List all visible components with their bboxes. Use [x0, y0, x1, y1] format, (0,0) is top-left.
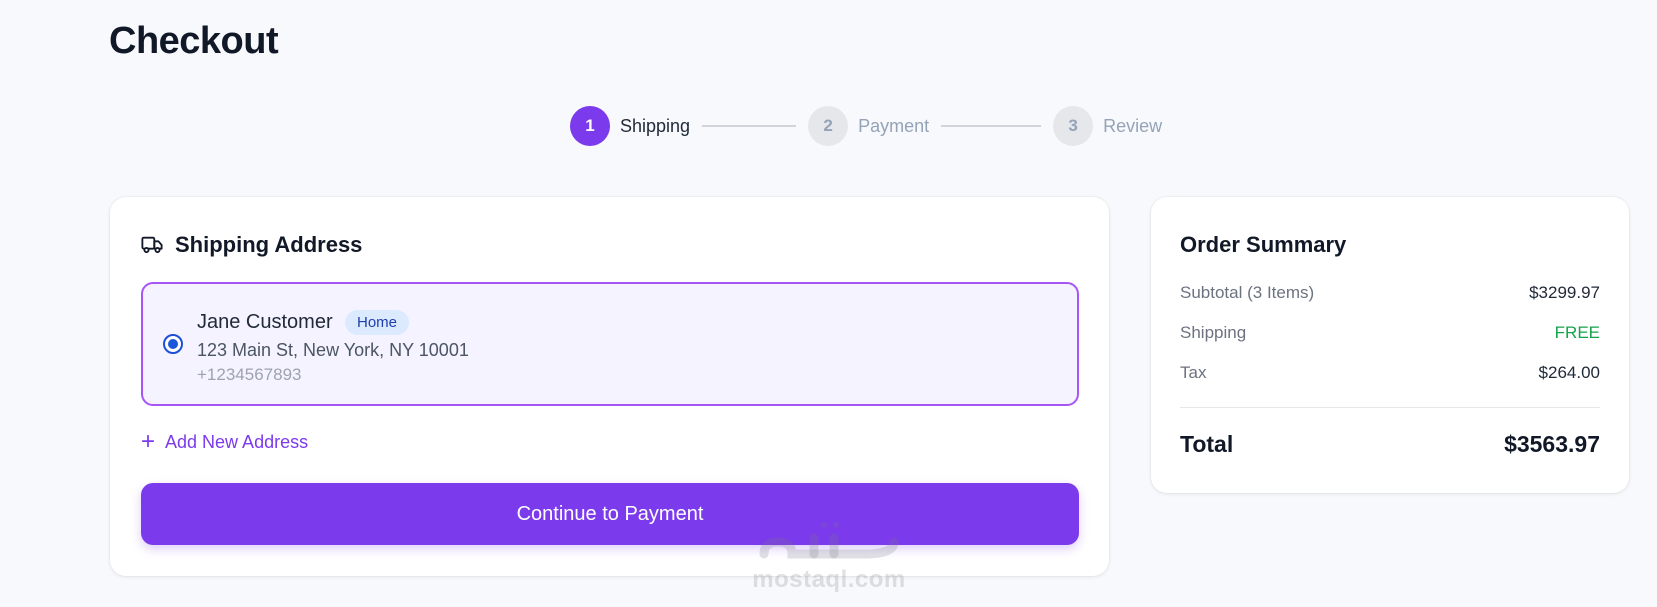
step-label: Shipping [620, 115, 691, 136]
checkout-page: Checkout 1 Shipping 2 Payment 3 Review S… [0, 0, 1657, 607]
page-title: Checkout [109, 20, 279, 62]
order-summary-card: Order Summary Subtotal (3 Items) $3299.9… [1151, 197, 1629, 493]
address-line: 123 Main St, New York, NY 10001 [197, 340, 469, 360]
summary-title: Order Summary [1180, 232, 1347, 257]
subtotal-label: Subtotal (3 Items) [1180, 283, 1315, 302]
shipping-value: FREE [1554, 323, 1600, 342]
shipping-title: Shipping Address [175, 232, 363, 257]
address-name: Jane Customer [197, 311, 333, 333]
step-connector [702, 125, 797, 127]
step-connector [941, 125, 1042, 127]
step-review[interactable]: 3 Review [1053, 106, 1162, 146]
total-row: Total $3563.97 [1180, 431, 1600, 458]
step-number: 3 [1053, 106, 1094, 146]
total-value: $3563.97 [1504, 431, 1600, 457]
address-badge: Home [345, 310, 410, 335]
address-radio[interactable] [163, 334, 183, 354]
shipping-row: Shipping FREE [1180, 323, 1600, 343]
tax-row: Tax $264.00 [1180, 363, 1600, 383]
tax-label: Tax [1180, 363, 1207, 382]
plus-icon: + [141, 428, 156, 455]
step-payment[interactable]: 2 Payment [808, 106, 929, 146]
step-number: 2 [808, 106, 849, 146]
truck-icon [141, 236, 163, 254]
address-option[interactable]: Jane Customer Home 123 Main St, New York… [141, 282, 1079, 406]
step-label: Payment [858, 115, 930, 136]
step-number: 1 [570, 106, 610, 146]
add-new-address-link[interactable]: + Add New Address [141, 430, 308, 454]
checkout-stepper: 1 Shipping 2 Payment 3 Review [570, 106, 1162, 146]
shipping-label: Shipping [1180, 323, 1247, 342]
address-phone: +1234567893 [197, 365, 302, 384]
step-label: Review [1103, 115, 1163, 136]
subtotal-value: $3299.97 [1529, 283, 1600, 302]
shipping-address-card: Shipping Address Jane Customer Home 123 … [110, 197, 1109, 576]
summary-divider [1180, 407, 1600, 408]
step-shipping[interactable]: 1 Shipping [570, 106, 690, 146]
add-address-label: Add New Address [165, 431, 309, 452]
continue-to-payment-button[interactable]: Continue to Payment [141, 483, 1079, 545]
tax-value: $264.00 [1538, 363, 1600, 382]
total-label: Total [1180, 431, 1234, 457]
subtotal-row: Subtotal (3 Items) $3299.97 [1180, 283, 1600, 303]
